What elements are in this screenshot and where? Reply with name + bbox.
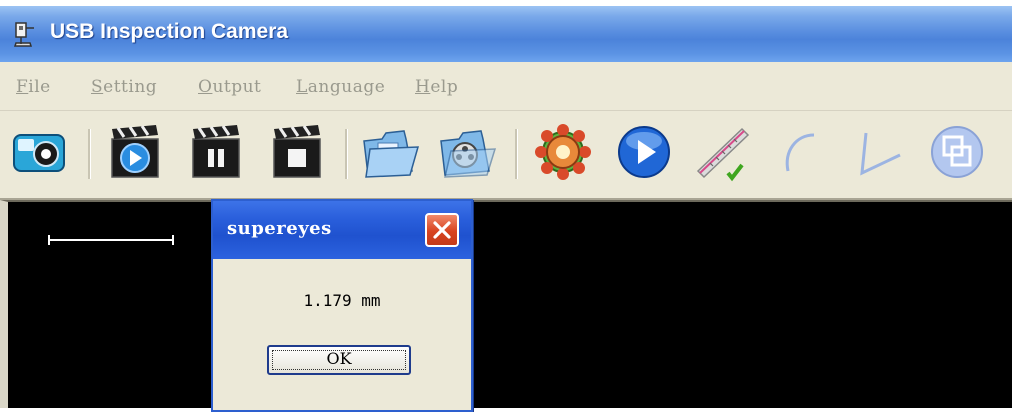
measurement-line[interactable] (48, 235, 174, 245)
menu-file[interactable]: File (16, 77, 51, 97)
settings-button[interactable] (532, 121, 594, 183)
dialog-body: 1.179 mm OK (213, 259, 471, 410)
record-play-button[interactable] (104, 121, 166, 183)
record-play-icon (111, 125, 159, 178)
window-title: USB Inspection Camera (50, 20, 289, 43)
record-stop-icon (273, 125, 321, 178)
angle-measure-button[interactable] (848, 121, 910, 183)
menu-setting[interactable]: Setting (91, 77, 157, 97)
settings-gear-icon (535, 124, 591, 180)
open-photo-folder-button[interactable] (360, 121, 422, 183)
app-window: USB Inspection Camera File Setting Outpu… (0, 6, 1012, 408)
toolbar-separator (345, 129, 348, 179)
dialog-title: supereyes (227, 218, 332, 239)
dialog-title-bar[interactable]: supereyes (213, 201, 471, 259)
camera-snapshot-icon (13, 134, 65, 172)
ok-button[interactable]: OK (267, 345, 411, 375)
overlay-window-button[interactable] (926, 121, 988, 183)
menu-bar: File Setting Output Language Help (0, 62, 1012, 111)
record-stop-button[interactable] (266, 121, 328, 183)
camera-snapshot-button[interactable] (8, 121, 70, 183)
close-icon (433, 221, 451, 239)
toolbar-separator (515, 129, 518, 179)
open-video-folder-button[interactable] (437, 121, 499, 183)
ruler-measure-icon (696, 127, 750, 182)
open-video-folder-icon (440, 130, 497, 178)
arc-measure-button[interactable] (770, 121, 832, 183)
app-icon (13, 22, 34, 47)
record-pause-button[interactable] (185, 121, 247, 183)
toolbar-separator (88, 129, 91, 179)
play-button[interactable] (613, 121, 675, 183)
open-photo-folder-icon (363, 130, 420, 178)
play-icon (618, 126, 670, 178)
measurement-dialog: supereyes 1.179 mm OK (211, 199, 473, 412)
dialog-close-button[interactable] (425, 213, 459, 247)
overlay-window-icon (931, 126, 983, 178)
menu-output[interactable]: Output (198, 77, 261, 97)
menu-help[interactable]: Help (415, 77, 458, 97)
title-bar[interactable]: USB Inspection Camera (0, 6, 1012, 62)
record-pause-icon (192, 125, 240, 178)
arc-measure-icon (785, 133, 815, 172)
measurement-endpoint[interactable] (172, 235, 174, 245)
camera-viewport[interactable] (0, 200, 1012, 408)
measurement-endpoint[interactable] (48, 235, 50, 245)
measurement-result: 1.179 mm (303, 291, 381, 310)
toolbar (0, 111, 1012, 200)
ruler-measure-button[interactable] (692, 121, 754, 183)
menu-language[interactable]: Language (296, 77, 385, 97)
angle-measure-icon (860, 132, 901, 176)
